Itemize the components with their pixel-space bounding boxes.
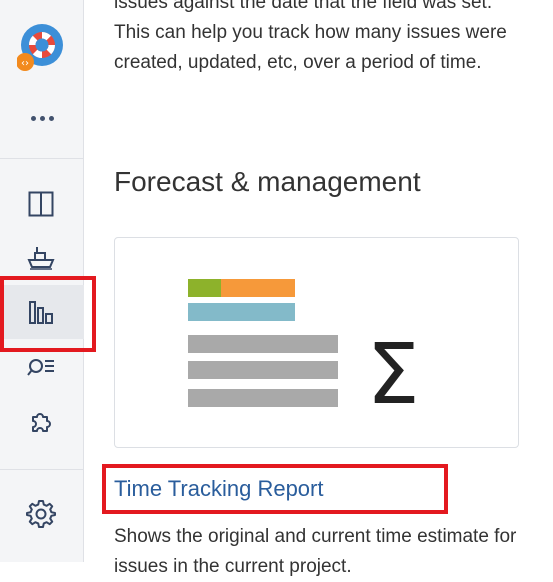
svg-text:‹›: ‹› (21, 58, 29, 69)
more-dot (39, 115, 45, 121)
section-title: Forecast & management (114, 166, 421, 197)
ship-icon[interactable] (24, 240, 58, 274)
search-issues-icon[interactable] (24, 351, 58, 385)
report-description: Shows the original and current time esti… (114, 526, 517, 577)
gear-icon[interactable] (24, 497, 58, 531)
time-tracking-illustration-icon: Σ (188, 279, 420, 423)
addons-icon[interactable] (24, 405, 58, 439)
sidebar-divider (0, 469, 84, 470)
time-tracking-report-link[interactable]: Time Tracking Report (114, 476, 323, 502)
lifebuoy-logo-icon[interactable]: ‹› (16, 23, 67, 73)
more-icon[interactable] (28, 106, 56, 130)
more-dot (30, 115, 36, 121)
sidebar-divider (0, 158, 84, 159)
board-icon[interactable] (24, 187, 58, 221)
more-dot (48, 115, 54, 121)
report-preview-card[interactable]: Σ (114, 237, 519, 448)
svg-text:Σ: Σ (366, 325, 419, 423)
sidebar: ‹› (0, 0, 96, 562)
main-content: issues against the date that the field w… (84, 0, 553, 577)
reports-icon[interactable] (0, 285, 84, 339)
intro-text: issues against the date that the field w… (114, 0, 507, 73)
